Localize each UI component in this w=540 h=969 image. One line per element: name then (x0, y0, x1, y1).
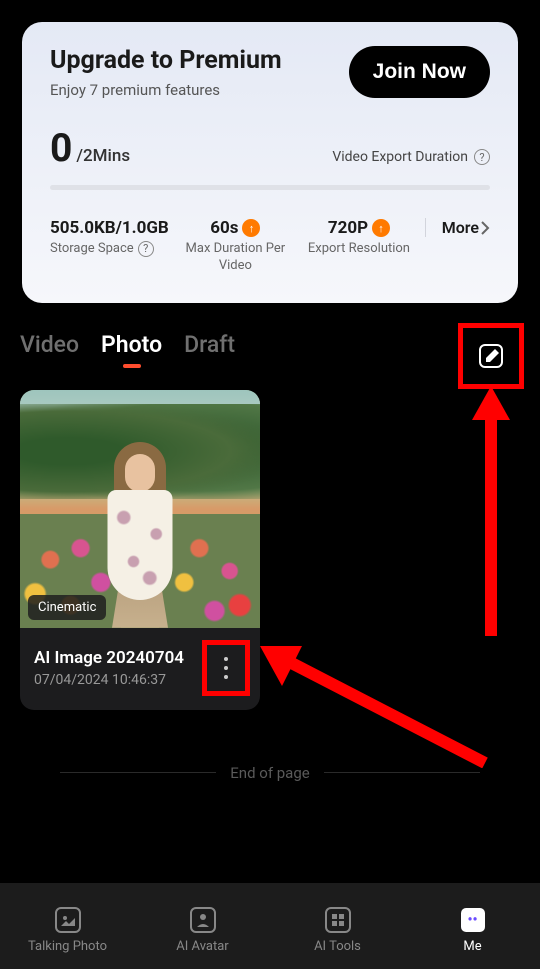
end-of-page: End of page (20, 764, 520, 782)
premium-title: Upgrade to Premium (50, 46, 282, 75)
chevron-right-icon (481, 221, 490, 235)
help-icon[interactable]: ? (138, 241, 154, 257)
more-button[interactable]: More (425, 218, 490, 237)
tab-video[interactable]: Video (20, 331, 79, 368)
usage-progress-bar (50, 185, 490, 190)
photo-thumbnail[interactable]: Cinematic (20, 390, 260, 628)
storage-value: 505.0KB/1.0GB (50, 218, 169, 238)
upgrade-icon: ↑ (372, 219, 390, 237)
join-now-button[interactable]: Join Now (349, 46, 490, 98)
more-options-button[interactable] (209, 647, 243, 689)
photo-title: AI Image 20240704 (34, 648, 184, 668)
resolution-label: Export Resolution (297, 241, 421, 258)
tab-draft[interactable]: Draft (184, 331, 235, 368)
me-icon: •• (459, 906, 487, 934)
bottom-nav: Talking Photo AI Avatar AI Tools •• Me (0, 883, 540, 969)
edit-icon (478, 343, 504, 369)
annotation-highlight (202, 640, 250, 696)
stat-duration: 60s ↑ Max Duration Per Video (174, 218, 298, 275)
usage-value: 0 (50, 125, 72, 171)
export-duration-label: Video Export Duration (332, 149, 468, 165)
resolution-value: 720P (328, 218, 368, 238)
image-icon (54, 906, 82, 934)
end-text: End of page (230, 764, 309, 782)
photo-card[interactable]: Cinematic AI Image 20240704 07/04/2024 1… (20, 390, 260, 710)
duration-label: Max Duration Per Video (174, 241, 298, 275)
tab-photo[interactable]: Photo (101, 331, 162, 368)
duration-value: 60s (210, 218, 238, 238)
stat-storage: 505.0KB/1.0GB Storage Space ? (50, 218, 174, 258)
annotation-highlight (458, 323, 524, 389)
storage-label: Storage Space (50, 241, 134, 258)
premium-subtitle: Enjoy 7 premium features (50, 81, 282, 99)
style-badge: Cinematic (28, 595, 106, 620)
help-icon[interactable]: ? (474, 149, 490, 165)
photo-date: 07/04/2024 10:46:37 (34, 672, 184, 688)
usage-unit: /2Mins (76, 146, 130, 166)
upgrade-icon: ↑ (242, 219, 260, 237)
avatar-icon (189, 906, 217, 934)
edit-button[interactable] (469, 334, 513, 378)
grid-icon (324, 906, 352, 934)
premium-card: Upgrade to Premium Enjoy 7 premium featu… (22, 22, 518, 303)
stat-resolution: 720P ↑ Export Resolution (297, 218, 421, 258)
